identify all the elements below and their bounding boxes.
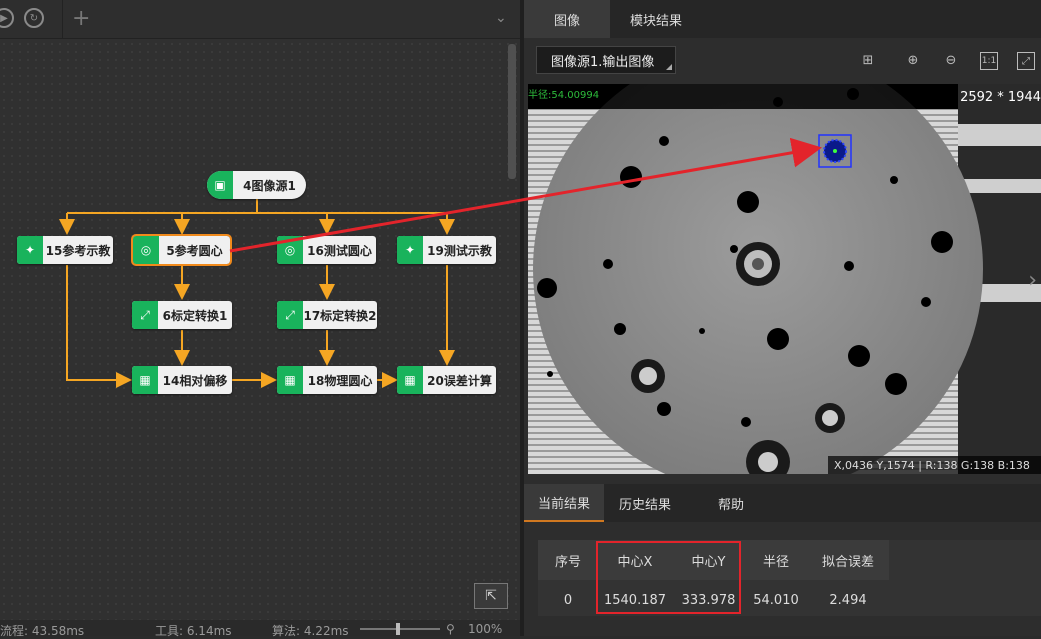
pixel-readout: X,0436 Y,1574 | R:138 G:138 B:138: [828, 456, 1041, 474]
image-icon: ▣: [207, 171, 233, 199]
flow-node-relative-offset[interactable]: ▦ 14相对偏移: [132, 366, 232, 394]
image-tabs: 图像 模块结果: [524, 0, 1041, 38]
edge: [66, 265, 132, 388]
flow-node-error-calc[interactable]: ▦ 20误差计算: [397, 366, 496, 394]
algo-time: 算法: 4.22ms: [272, 624, 349, 638]
node-label: 20误差计算: [427, 373, 492, 388]
circle-find-icon: ◎: [277, 236, 303, 264]
result-tabs: 当前结果 历史结果 帮助: [524, 484, 1041, 522]
teach-icon: ✦: [17, 236, 43, 264]
node-label: 14相对偏移: [162, 373, 228, 388]
image-toolbar: 图像源1.输出图像 ⊞ ⊕ ⊖ 1:1 ⤢: [524, 38, 1041, 82]
highlight-box: [596, 541, 741, 614]
zoom-out-icon[interactable]: ⊖: [943, 52, 959, 68]
flow-node-physical-center[interactable]: ▦ 18物理圆心: [277, 366, 377, 394]
node-label: 4图像源1: [243, 178, 296, 193]
node-label: 17标定转换2: [303, 308, 377, 323]
node-label: 19测试示教: [427, 243, 492, 258]
flow-node-image-source[interactable]: ▣ 4图像源1: [207, 171, 306, 199]
cell-index: 0: [563, 592, 573, 608]
flow-node-test-circle[interactable]: ◎ 16测试圆心: [277, 236, 376, 264]
circle-find-icon: ◎: [133, 236, 159, 264]
tab-image[interactable]: 图像: [524, 0, 610, 38]
flow-node-ref-teach[interactable]: ✦ 15参考示教: [17, 236, 113, 264]
col-fit-error: 拟合误差: [807, 540, 889, 580]
image-viewer[interactable]: 半径:54.00994 2592 * 1944 › X,0436 Y,1574 …: [528, 84, 1041, 474]
calibration-icon: ⤢: [277, 301, 303, 329]
tab-module-results[interactable]: 模块结果: [610, 0, 702, 38]
node-label: 16测试圆心: [307, 243, 372, 258]
calculator-icon: ▦: [397, 366, 423, 394]
navigator-button[interactable]: ⇱: [474, 583, 508, 609]
teach-icon: ✦: [397, 236, 423, 264]
chevron-right-icon[interactable]: ›: [1028, 268, 1037, 293]
cell-fit-error: 2.494: [829, 592, 867, 608]
zoom-slider-knob[interactable]: [396, 623, 400, 635]
process-time: 流程: 43.58ms: [0, 624, 85, 638]
node-label: 6标定转换1: [162, 308, 228, 323]
grid-icon[interactable]: ⊞: [860, 52, 876, 68]
calibration-icon: ⤢: [132, 301, 158, 329]
zoom-slider[interactable]: [360, 628, 440, 630]
calculator-icon: ▦: [277, 366, 303, 394]
fit-window-icon[interactable]: ⤢: [1017, 52, 1035, 70]
status-bar: 流程: 43.58ms 工具: 6.14ms 算法: 4.22ms ⚲ 100%: [0, 620, 520, 638]
col-radius: 半径: [745, 540, 807, 580]
flow-connections: [59, 199, 455, 388]
tab-current-result[interactable]: 当前结果: [524, 484, 604, 522]
node-label: 15参考示教: [45, 243, 111, 258]
actual-size-icon[interactable]: 1:1: [980, 52, 998, 70]
flow-editor[interactable]: ▶ ↻ + ⌄ ▣ 4图像源1 ✦ 15参考示教 ◎ 5参考圆心 ◎ 16测试圆…: [0, 0, 520, 638]
image-size: 2592 * 1944: [960, 90, 1041, 105]
radius-readout: 半径:54.00994: [528, 90, 600, 101]
tab-history-result[interactable]: 历史结果: [604, 484, 686, 522]
node-label: 5参考圆心: [166, 243, 223, 258]
calculator-icon: ▦: [132, 366, 158, 394]
flow-node-calib-2[interactable]: ⤢ 17标定转换2: [277, 301, 377, 329]
vertical-scrollbar[interactable]: [508, 44, 516, 179]
cell-radius: 54.010: [753, 592, 799, 608]
flow-node-ref-circle[interactable]: ◎ 5参考圆心: [131, 234, 232, 266]
col-index: 序号: [538, 540, 598, 580]
flow-node-test-teach[interactable]: ✦ 19测试示教: [397, 236, 496, 264]
search-icon[interactable]: ⚲: [446, 622, 455, 636]
camera-image: [528, 84, 1041, 474]
zoom-in-icon[interactable]: ⊕: [905, 52, 921, 68]
zoom-level: 100%: [468, 622, 503, 636]
flow-node-calib-1[interactable]: ⤢ 6标定转换1: [132, 301, 232, 329]
tab-help[interactable]: 帮助: [686, 484, 776, 522]
node-label: 18物理圆心: [307, 373, 373, 388]
tool-time: 工具: 6.14ms: [155, 624, 232, 638]
image-source-select[interactable]: 图像源1.输出图像: [536, 46, 676, 74]
